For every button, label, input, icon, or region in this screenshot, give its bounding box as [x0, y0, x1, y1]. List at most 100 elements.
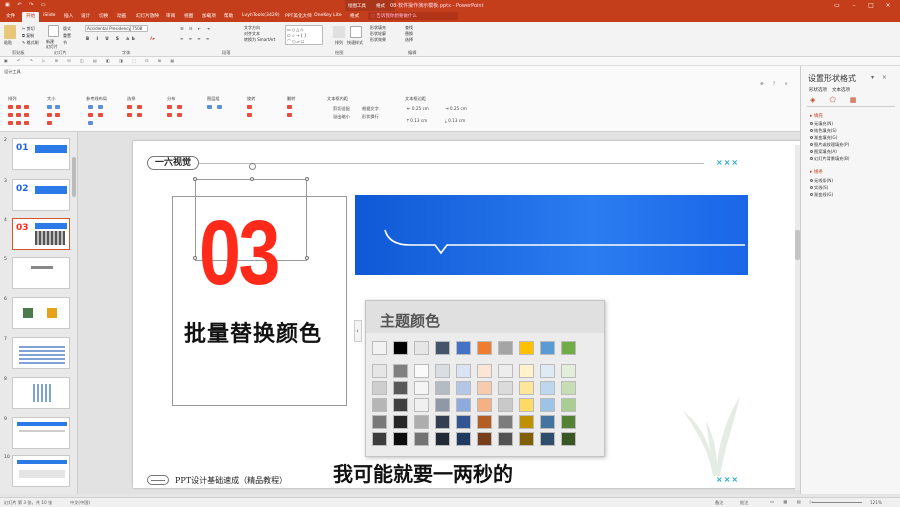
- shade-swatch[interactable]: [393, 364, 408, 378]
- paste-icon[interactable]: [4, 25, 16, 39]
- section-number[interactable]: 03: [199, 203, 280, 303]
- distribute-icon-1[interactable]: [167, 105, 172, 109]
- same-size-icon[interactable]: [47, 121, 52, 125]
- select-type-icon[interactable]: [137, 105, 142, 109]
- thumbnail-scrollbar[interactable]: [72, 157, 76, 197]
- shade-swatch[interactable]: [498, 381, 513, 395]
- align-center-icon[interactable]: [16, 105, 21, 109]
- autofit-clip-option[interactable]: 剪切适配: [333, 106, 350, 112]
- resize-handle[interactable]: [305, 177, 309, 181]
- wrap-text-option[interactable]: 根据文字: [362, 106, 379, 112]
- slide-thumbnail[interactable]: [12, 337, 70, 369]
- theme-color-swatch[interactable]: [456, 341, 471, 355]
- wrap-shape-option[interactable]: 形状换行: [362, 114, 379, 120]
- shade-swatch[interactable]: [519, 398, 534, 412]
- shade-swatch[interactable]: [477, 432, 492, 446]
- pane-tab-shape[interactable]: 形状选项: [809, 87, 827, 93]
- shade-swatch[interactable]: [456, 364, 471, 378]
- fill-option[interactable]: 幻灯片背景填充(B): [814, 156, 849, 162]
- slide-thumbnail[interactable]: 02: [12, 179, 70, 211]
- tab-format[interactable]: 格式: [350, 13, 359, 19]
- shade-swatch[interactable]: [477, 398, 492, 412]
- layout-button[interactable]: 版式: [63, 26, 71, 32]
- shade-swatch[interactable]: [477, 364, 492, 378]
- arrange-button[interactable]: 排列: [335, 40, 343, 46]
- tab-home[interactable]: 开始: [22, 12, 40, 22]
- shade-swatch[interactable]: [519, 364, 534, 378]
- shade-swatch[interactable]: [540, 381, 555, 395]
- quick-access-toolbar[interactable]: ▣ ↶ ↷ ▭: [5, 2, 49, 8]
- same-height-icon[interactable]: [55, 113, 60, 117]
- quick-toolbar-icons[interactable]: ▣ ↶ ↷ ▷ ⊞ ⊟ ◫ ▤ ◧ ◨ ⬚ ⊡ ⊠ ▦: [4, 58, 178, 63]
- tab-islide[interactable]: iSlide: [43, 13, 56, 18]
- shade-swatch[interactable]: [519, 381, 534, 395]
- match-size-icon[interactable]: [24, 121, 29, 125]
- shade-swatch[interactable]: [477, 381, 492, 395]
- distribute-v-icon[interactable]: [16, 121, 21, 125]
- fill-option[interactable]: 纯色填充(S): [814, 128, 837, 134]
- shade-swatch[interactable]: [561, 398, 576, 412]
- close-icon[interactable]: ×: [881, 1, 895, 10]
- shade-swatch[interactable]: [414, 398, 429, 412]
- align-buttons[interactable]: ≡ ≡ ≡ ≡: [180, 36, 211, 41]
- shade-swatch[interactable]: [393, 415, 408, 429]
- collapse-handle[interactable]: ‹: [354, 320, 362, 342]
- radio-pattern-fill[interactable]: [810, 150, 813, 153]
- tab-view[interactable]: 视图: [184, 13, 193, 19]
- line-section-header[interactable]: ▸ 线条: [810, 169, 823, 175]
- flip-h-icon[interactable]: [287, 105, 292, 109]
- quick-styles-icon[interactable]: [350, 26, 362, 38]
- tab-review[interactable]: 审阅: [166, 13, 175, 19]
- radio-no-line[interactable]: [810, 179, 813, 182]
- line-option[interactable]: 渐变线(G): [814, 192, 833, 198]
- slide-thumbnail[interactable]: 01: [12, 138, 70, 170]
- copy-button[interactable]: ⧉ 复制: [22, 33, 34, 39]
- view-mode-icons[interactable]: ▭ ▦ ▤ ▷: [770, 499, 817, 504]
- shade-swatch[interactable]: [561, 381, 576, 395]
- pane-controls-icons[interactable]: ▾ ×: [871, 74, 890, 81]
- distribute-icon-2[interactable]: [177, 105, 182, 109]
- theme-color-swatch[interactable]: [435, 341, 450, 355]
- shade-swatch[interactable]: [519, 432, 534, 446]
- radio-solid-fill[interactable]: [810, 129, 813, 132]
- tab-design[interactable]: 设计: [81, 13, 90, 19]
- notes-button[interactable]: 备注: [715, 500, 723, 506]
- rotate-right-icon[interactable]: [247, 113, 252, 117]
- resize-handle[interactable]: [305, 256, 309, 260]
- slide-tag[interactable]: 一六视觉: [147, 156, 199, 170]
- theme-color-swatch[interactable]: [540, 341, 555, 355]
- shade-swatch[interactable]: [456, 415, 471, 429]
- shade-swatch[interactable]: [456, 381, 471, 395]
- radio-picture-fill[interactable]: [810, 143, 813, 146]
- fill-option[interactable]: 渐变填充(G): [814, 135, 837, 141]
- slide-thumbnail-selected[interactable]: 03: [12, 218, 70, 250]
- new-slide-icon[interactable]: [48, 25, 59, 37]
- shade-swatch[interactable]: [540, 415, 555, 429]
- margin-left-field[interactable]: ⇤ 0.25 cm: [407, 106, 429, 111]
- theme-color-swatch[interactable]: [519, 341, 534, 355]
- shade-swatch[interactable]: [414, 381, 429, 395]
- tab-file[interactable]: 文件: [6, 13, 15, 19]
- zoom-level[interactable]: 121%: [870, 500, 882, 505]
- shade-swatch[interactable]: [435, 415, 450, 429]
- shade-swatch[interactable]: [435, 432, 450, 446]
- slide-thumbnail[interactable]: [12, 297, 70, 329]
- shade-swatch[interactable]: [540, 398, 555, 412]
- shade-swatch[interactable]: [456, 398, 471, 412]
- select-button[interactable]: 选择: [405, 37, 413, 43]
- guide-center-icon[interactable]: [88, 121, 93, 125]
- shade-swatch[interactable]: [519, 415, 534, 429]
- section-heading[interactable]: 批量替换颜色: [184, 316, 322, 348]
- fill-option[interactable]: 无填充(N): [814, 121, 833, 127]
- shade-swatch[interactable]: [372, 364, 387, 378]
- paste-button[interactable]: 粘贴: [4, 40, 12, 46]
- shade-swatch[interactable]: [477, 415, 492, 429]
- theme-color-swatch[interactable]: [372, 341, 387, 355]
- language-indicator[interactable]: 中文(中国): [70, 500, 90, 506]
- shade-swatch[interactable]: [435, 381, 450, 395]
- same-width-icon[interactable]: [47, 113, 52, 117]
- select-size-icon[interactable]: [137, 113, 142, 117]
- zoom-slider[interactable]: [812, 502, 862, 503]
- shade-swatch[interactable]: [498, 398, 513, 412]
- shade-swatch[interactable]: [540, 432, 555, 446]
